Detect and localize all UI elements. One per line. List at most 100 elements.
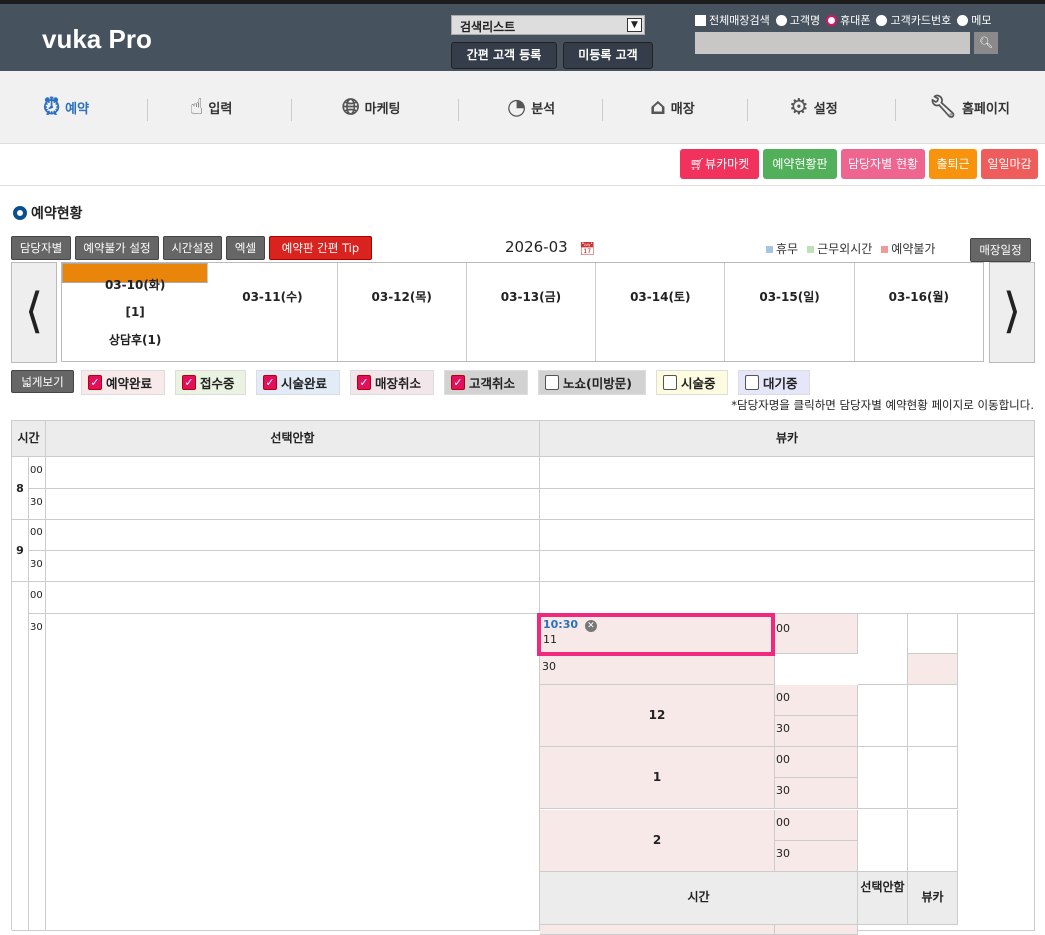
checkbox[interactable]	[545, 375, 559, 390]
calendar-icon[interactable]: 📅︎	[579, 242, 596, 257]
checkbox[interactable]: ✓	[182, 375, 196, 390]
checkbox[interactable]: ✓	[357, 375, 371, 390]
col-header-none: 선택안함	[46, 421, 540, 457]
minute-label: 00	[775, 685, 858, 716]
filter-chip[interactable]: 노쇼(미방문)	[538, 370, 646, 395]
checkbox[interactable]	[745, 375, 759, 390]
minute-label: 00	[775, 747, 858, 778]
wide-view-button[interactable]: 넓게보기	[11, 370, 74, 393]
radio-label: 휴대폰	[840, 14, 871, 27]
minute-label: 00	[29, 457, 46, 489]
radio-phone[interactable]	[826, 14, 838, 26]
nav-label: 마케팅	[364, 102, 401, 117]
minute-label: 00	[775, 810, 858, 841]
hour-label: 12	[540, 685, 775, 747]
unavailable-setting-button[interactable]: 예약불가 설정	[75, 236, 159, 260]
slot-cell[interactable]	[46, 519, 540, 551]
divider	[895, 99, 896, 121]
store-schedule-button[interactable]: 매장일정	[970, 238, 1031, 262]
chevron-right-icon: ⟩	[1002, 283, 1022, 339]
nav-label: 설정	[813, 102, 838, 117]
slot-cell[interactable]	[46, 614, 540, 931]
slot-cell[interactable]	[540, 551, 1035, 582]
radio-name[interactable]	[775, 14, 787, 26]
divider	[602, 99, 603, 121]
day-cell[interactable]: 03-13(금)	[467, 263, 597, 361]
search-input[interactable]	[695, 32, 970, 54]
search-list-select[interactable]: 검색리스트 ▼	[451, 15, 645, 35]
staff-status-button[interactable]: 담당자별 현황	[841, 149, 925, 179]
time-setting-button[interactable]: 시간설정	[163, 236, 222, 260]
filter-chip[interactable]: ✓ 접수중	[175, 370, 246, 395]
filter-chip[interactable]: 시술중	[656, 370, 728, 395]
nav-input[interactable]: ☝︎ 입력	[190, 95, 232, 120]
day-cell[interactable]: 03-16(월)	[855, 263, 983, 361]
reservation-event[interactable]: 10:30 ✕ 11	[537, 613, 775, 656]
nav-label: 분석	[531, 102, 556, 117]
unregistered-customer-button[interactable]: 미등록 고객	[563, 42, 653, 69]
slot-cell[interactable]	[46, 489, 540, 520]
slot-cell[interactable]	[46, 582, 540, 614]
slot-cell[interactable]	[46, 551, 540, 582]
nav-homepage[interactable]: 🔧︎ 홈페이지	[929, 95, 1010, 120]
all-store-checkbox[interactable]	[695, 14, 706, 26]
excel-button[interactable]: 엑셀	[226, 236, 265, 260]
day-cell[interactable]: 03-15(일)	[725, 263, 855, 361]
wrench-window-icon: 🔧︎	[929, 95, 957, 120]
day-cell-selected[interactable]: 03-10(화) [1] 상담후(1)	[62, 263, 209, 347]
quick-register-button[interactable]: 간편 고객 등록	[451, 42, 557, 69]
day-cell[interactable]: 03-14(토)	[596, 263, 726, 361]
radio-card[interactable]	[876, 14, 888, 26]
divider	[147, 99, 148, 121]
search-button[interactable]: 🔍︎	[974, 32, 998, 54]
checkbox[interactable]: ✓	[88, 375, 102, 390]
attendance-button[interactable]: 출퇴근	[929, 149, 977, 179]
by-staff-button[interactable]: 담당자별	[11, 236, 71, 260]
day-cell[interactable]: 03-12(목)	[338, 263, 467, 361]
prev-week-button[interactable]: ⟨	[11, 262, 57, 363]
daily-close-button[interactable]: 일일마감	[981, 149, 1038, 179]
slot-cell	[858, 614, 908, 685]
slot-cell	[858, 747, 908, 809]
nav-settings[interactable]: ⚙ 설정	[789, 95, 838, 120]
filter-label: 노쇼(미방문)	[563, 376, 632, 391]
close-icon[interactable]: ✕	[584, 620, 597, 632]
radio-memo[interactable]	[957, 14, 969, 26]
nav-label: 매장	[670, 102, 695, 117]
page-title: 예약현황	[13, 203, 83, 223]
event-time: 10:30	[543, 618, 579, 631]
slot-cell[interactable]	[540, 457, 1035, 489]
reservation-board-button[interactable]: 예약현황판	[763, 149, 837, 179]
day-cell[interactable]: 03-11(수)	[208, 263, 338, 361]
col-header-vuka: 뷰카	[540, 421, 1035, 457]
filter-chip[interactable]: ✓ 예약완료	[81, 370, 165, 395]
checkbox[interactable]	[663, 375, 677, 390]
divider	[458, 99, 459, 121]
nav-reservation[interactable]: ⏰︎ 예약	[43, 95, 89, 120]
vuka-market-button[interactable]: 🛒︎뷰카마켓	[680, 149, 759, 179]
filter-label: 대기중	[763, 376, 798, 391]
next-week-button[interactable]: ⟩	[989, 262, 1035, 363]
nav-marketing[interactable]: 🌐︎ 마케팅	[342, 95, 401, 120]
checkbox[interactable]: ✓	[451, 375, 465, 390]
slot-cell	[540, 925, 775, 935]
help-note: *담당자명을 클릭하면 담당자별 예약현황 페이지로 이동합니다.	[731, 398, 1034, 412]
nav-analysis[interactable]: ◔ 분석	[507, 95, 555, 120]
slot-cell[interactable]	[540, 519, 1035, 551]
filter-chip[interactable]: ✓ 매장취소	[350, 370, 434, 395]
filter-chip[interactable]: ✓ 시술완료	[256, 370, 340, 395]
slot-cell[interactable]	[46, 457, 540, 489]
filter-chip[interactable]: ✓ 고객취소	[444, 370, 528, 395]
nav-store[interactable]: ⌂ 매장	[650, 95, 695, 120]
tip-button[interactable]: 예약판 간편 Tip	[269, 236, 372, 260]
filter-chip[interactable]: 대기중	[738, 370, 810, 395]
checkbox[interactable]: ✓	[263, 375, 277, 390]
slot-cell[interactable]	[540, 582, 1035, 614]
main-nav: ⏰︎ 예약 ☝︎ 입력 🌐︎ 마케팅 ◔ 분석 ⌂ 매장 ⚙ 설정 🔧︎ 홈페이지	[0, 71, 1045, 144]
minute-label: 00	[29, 519, 46, 551]
globe-icon: 🌐︎	[342, 95, 360, 120]
slot-cell[interactable]	[540, 489, 1035, 520]
chevron-down-icon: ▼	[627, 18, 642, 32]
page-title-text: 예약현황	[31, 206, 83, 222]
minute-label: 30	[775, 841, 858, 872]
